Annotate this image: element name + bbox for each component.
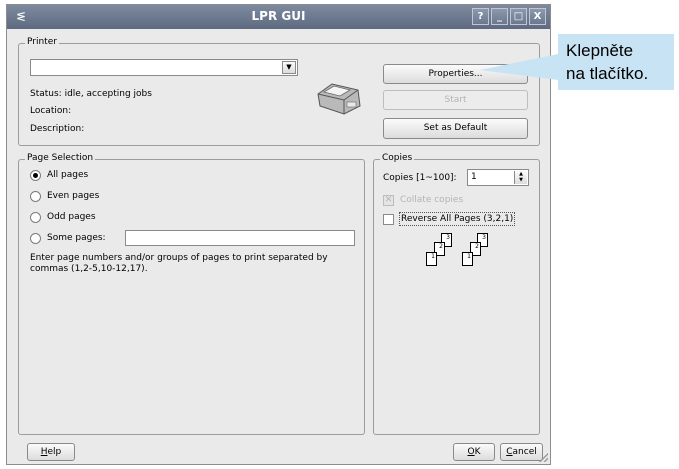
odd-pages-label[interactable]: Odd pages: [47, 212, 96, 222]
maximize-button[interactable]: □: [510, 8, 527, 25]
some-pages-input[interactable]: [125, 230, 355, 246]
printer-status: Status: idle, accepting jobs: [30, 89, 152, 99]
collate-checkbox[interactable]: ✕: [383, 195, 394, 206]
cancel-button[interactable]: Cancel: [500, 443, 543, 461]
title-bar[interactable]: ᓬ LPR GUI ? _ □ X: [7, 5, 550, 29]
copies-label: Copies [1~100]:: [383, 173, 457, 183]
page-hint-line1: Enter page numbers and/or groups of page…: [30, 253, 328, 263]
page-hint-line2: commas (1,2-5,10-12,17).: [30, 264, 148, 274]
set-default-button[interactable]: Set as Default: [383, 118, 528, 139]
help-mnemonic: H: [40, 447, 48, 457]
help-rest: elp: [47, 447, 62, 457]
cancel-rest: ancel: [512, 447, 537, 457]
printer-location: Location:: [30, 106, 72, 116]
copies-value: 1: [471, 172, 477, 182]
set-default-button-label: Set as Default: [423, 123, 488, 133]
copies-group-label: Copies: [380, 153, 415, 163]
collate-label: Collate copies: [400, 195, 464, 205]
ok-button[interactable]: OK: [453, 443, 495, 461]
page-icon: 1: [426, 252, 437, 266]
printer-group-label: Printer: [25, 37, 59, 47]
callout-text: Klepněte na tlačítko.: [566, 39, 648, 85]
printer-icon: [317, 83, 361, 115]
window-title: LPR GUI: [251, 9, 306, 23]
ok-mnemonic: O: [467, 447, 475, 457]
resize-grip-icon[interactable]: [539, 453, 548, 462]
help-title-button[interactable]: ?: [472, 8, 489, 25]
all-pages-label[interactable]: All pages: [47, 170, 88, 180]
radio-some-pages[interactable]: [30, 233, 41, 244]
some-pages-label[interactable]: Some pages:: [47, 233, 106, 243]
copies-spinbox[interactable]: 1 ▲ ▼: [467, 169, 529, 186]
printer-description: Description:: [30, 124, 85, 134]
radio-odd-pages[interactable]: [30, 212, 41, 223]
ok-rest: K: [474, 447, 481, 457]
start-button-label: Start: [444, 95, 467, 105]
reverse-pages-checkbox[interactable]: [383, 214, 394, 225]
spin-arrows-icon[interactable]: ▲ ▼: [514, 171, 527, 184]
reverse-pages-label[interactable]: Reverse All Pages (3,2,1): [399, 212, 516, 226]
callout-line1: Klepněte: [566, 41, 634, 60]
even-pages-label[interactable]: Even pages: [47, 191, 99, 201]
minimize-button[interactable]: _: [491, 8, 508, 25]
radio-all-pages[interactable]: [30, 170, 41, 181]
start-button[interactable]: Start: [383, 90, 528, 110]
lpr-gui-window: ᓬ LPR GUI ? _ □ X Printer ▼ Status: idle…: [6, 4, 551, 465]
chevron-down-icon[interactable]: ▼: [282, 61, 296, 74]
radio-even-pages[interactable]: [30, 191, 41, 202]
page-selection-label: Page Selection: [25, 153, 96, 163]
callout-pointer: [480, 54, 558, 80]
properties-button-label: Properties...: [428, 69, 483, 79]
callout-line2: na tlačítko.: [566, 64, 649, 83]
printer-select[interactable]: ▼: [30, 59, 298, 76]
page-icon: 1: [462, 252, 473, 266]
help-button[interactable]: Help: [27, 443, 75, 461]
close-button[interactable]: X: [529, 8, 546, 25]
